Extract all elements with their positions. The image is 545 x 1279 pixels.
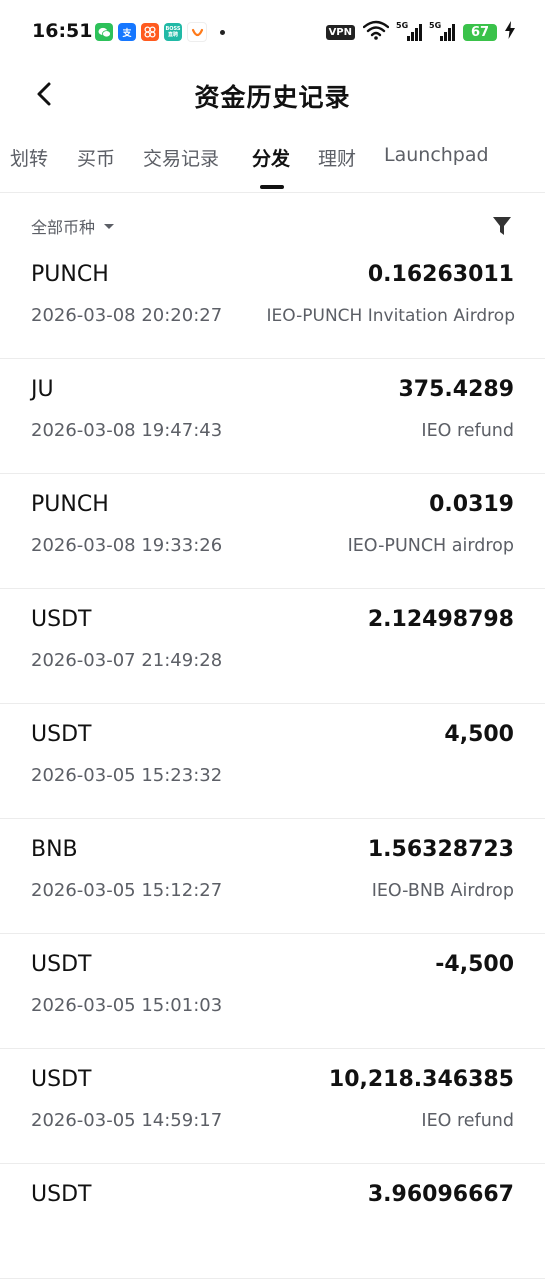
record-amount: 2.12498798 xyxy=(367,607,514,632)
didi-icon xyxy=(187,22,207,42)
record-coin: USDT xyxy=(31,952,92,977)
taobao-icon xyxy=(141,23,159,41)
record-time: 2026-03-05 14:59:17 xyxy=(31,1110,223,1131)
record-amount: 3.96096667 xyxy=(367,1182,514,1207)
status-time: 16:51 xyxy=(32,20,93,42)
tab-trade-history[interactable]: 交易记录 xyxy=(143,144,219,171)
funnel-icon xyxy=(493,217,511,235)
status-bar: 16:51 支 BOSS 直聘 VPN 5G 5G 67 xyxy=(0,0,545,64)
tab-earn[interactable]: 理财 xyxy=(318,144,356,171)
record-time: 2026-03-08 19:47:43 xyxy=(31,420,223,441)
more-notifications-dot xyxy=(220,29,225,35)
wechat-icon xyxy=(95,23,113,41)
wifi-icon xyxy=(362,20,390,44)
battery-indicator: 67 xyxy=(463,23,497,41)
list-item[interactable]: USDT 3.96096667 xyxy=(0,1164,545,1279)
record-coin: JU xyxy=(31,377,54,402)
record-time: 2026-03-08 19:33:26 xyxy=(31,535,223,556)
list-item[interactable]: BNB 1.56328723 2026-03-05 15:12:27 IEO-B… xyxy=(0,819,545,934)
record-note: IEO-PUNCH airdrop xyxy=(347,536,514,556)
list-item[interactable]: USDT 10,218.346385 2026-03-05 14:59:17 I… xyxy=(0,1049,545,1164)
record-amount: 0.0319 xyxy=(429,492,514,517)
record-amount: 0.16263011 xyxy=(367,262,514,287)
record-coin: USDT xyxy=(31,1067,92,1092)
signal-strength-icon: 5G xyxy=(396,21,422,41)
record-time: 2026-03-05 15:01:03 xyxy=(31,995,223,1016)
alipay-icon: 支 xyxy=(118,23,136,41)
vpn-badge: VPN xyxy=(325,24,355,40)
record-coin: PUNCH xyxy=(31,492,109,517)
tab-distribution[interactable]: 分发 xyxy=(252,144,290,171)
record-amount: 10,218.346385 xyxy=(328,1067,514,1092)
record-coin: PUNCH xyxy=(31,262,109,287)
tab-transfer[interactable]: 划转 xyxy=(10,144,48,171)
notification-icons: 支 BOSS 直聘 xyxy=(95,22,225,42)
record-coin: USDT xyxy=(31,1182,92,1207)
list-item[interactable]: PUNCH 0.0319 2026-03-08 19:33:26 IEO-PUN… xyxy=(0,474,545,589)
record-coin: USDT xyxy=(31,607,92,632)
record-time: 2026-03-05 15:23:32 xyxy=(31,765,223,786)
record-amount: 375.4289 xyxy=(398,377,514,402)
tab-buy-crypto[interactable]: 买币 xyxy=(77,144,115,171)
record-time: 2026-03-07 21:49:28 xyxy=(31,650,223,671)
filter-button[interactable] xyxy=(491,215,513,237)
record-amount: 4,500 xyxy=(444,722,514,747)
distribution-record-list: PUNCH 0.16263011 2026-03-08 20:20:27 IEO… xyxy=(0,244,545,1279)
list-item[interactable]: USDT 2.12498798 2026-03-07 21:49:28 xyxy=(0,589,545,704)
tab-launchpad[interactable]: Launchpad xyxy=(384,144,489,166)
active-tab-indicator xyxy=(260,185,284,189)
boss-zhipin-icon: BOSS 直聘 xyxy=(164,23,182,41)
record-note: IEO-BNB Airdrop xyxy=(371,881,514,901)
signal-strength-icon: 5G xyxy=(429,21,455,41)
record-time: 2026-03-05 15:12:27 xyxy=(31,880,223,901)
chevron-left-icon xyxy=(37,82,51,106)
page-title: 资金历史记录 xyxy=(194,83,351,112)
currency-filter-label: 全部币种 xyxy=(31,218,96,237)
caret-down-icon xyxy=(104,223,115,229)
system-indicators: VPN 5G 5G 67 xyxy=(325,20,515,44)
record-coin: USDT xyxy=(31,722,92,747)
charging-icon xyxy=(505,21,515,43)
list-item[interactable]: PUNCH 0.16263011 2026-03-08 20:20:27 IEO… xyxy=(0,244,545,359)
list-item[interactable]: USDT 4,500 2026-03-05 15:23:32 xyxy=(0,704,545,819)
back-button[interactable] xyxy=(28,78,60,110)
record-time: 2026-03-08 20:20:27 xyxy=(31,305,223,326)
record-note: IEO-PUNCH Invitation Airdrop xyxy=(266,306,515,326)
record-note: IEO refund xyxy=(421,1111,514,1131)
tab-bar: 划转 买币 交易记录 分发 理财 Launchpad xyxy=(0,140,545,193)
record-amount: 1.56328723 xyxy=(367,837,514,862)
currency-filter-dropdown[interactable]: 全部币种 xyxy=(31,214,115,238)
list-item[interactable]: USDT -4,500 2026-03-05 15:01:03 xyxy=(0,934,545,1049)
record-coin: BNB xyxy=(31,837,78,862)
filter-row: 全部币种 xyxy=(0,205,545,245)
list-item[interactable]: JU 375.4289 2026-03-08 19:47:43 IEO refu… xyxy=(0,359,545,474)
record-amount: -4,500 xyxy=(435,952,514,977)
record-note: IEO refund xyxy=(421,421,514,441)
